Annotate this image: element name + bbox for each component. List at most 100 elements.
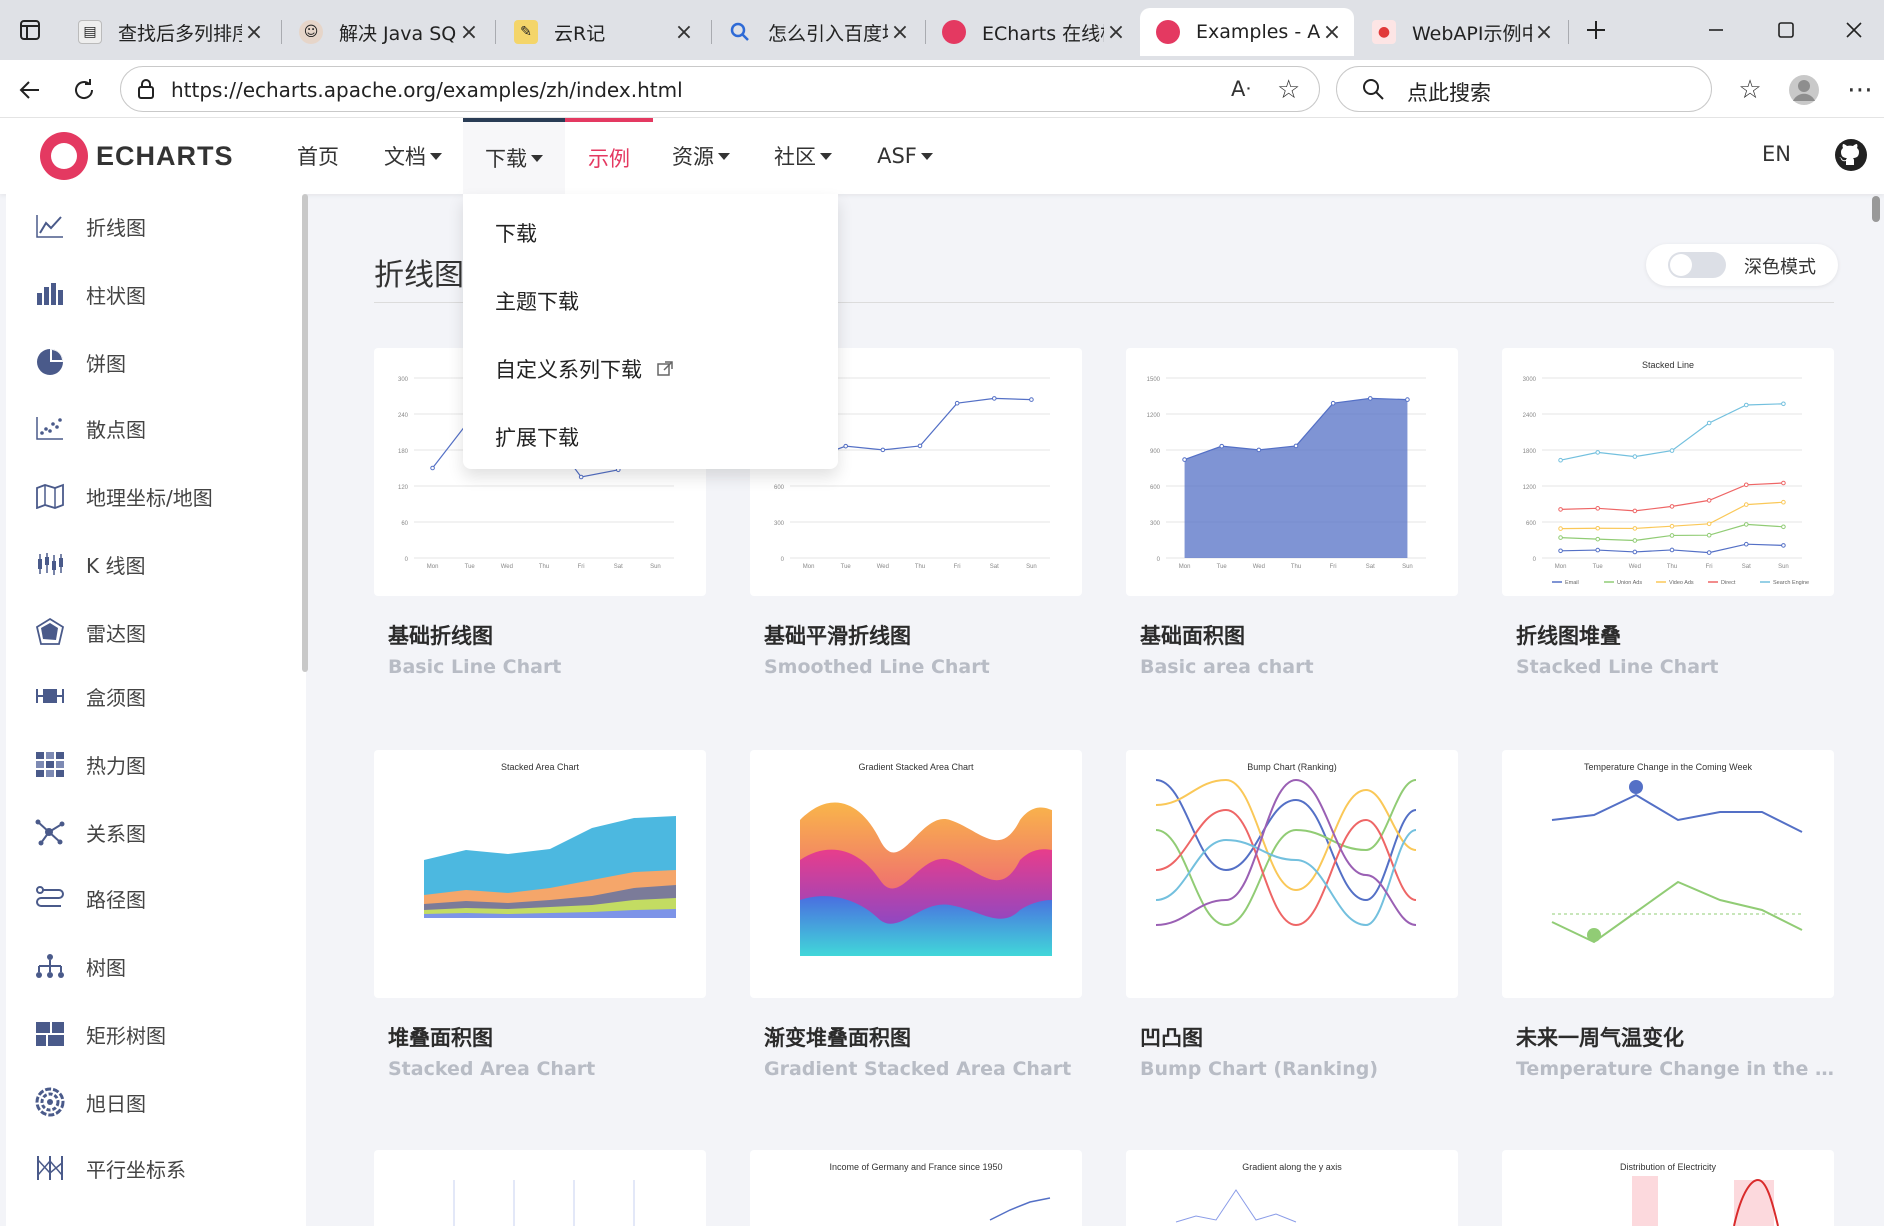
- data-point: [1669, 523, 1675, 529]
- sidebar-item-lines[interactable]: 路径图: [34, 880, 146, 916]
- github-icon[interactable]: [1834, 138, 1868, 172]
- sidebar-item-candlestick[interactable]: K 线图: [34, 546, 145, 582]
- echarts-logo[interactable]: ECHARTS: [40, 132, 234, 180]
- dropdown-item-custom-series[interactable]: 自定义系列下载: [495, 354, 673, 384]
- dropdown-item-extension-download[interactable]: 扩展下载: [495, 422, 579, 452]
- close-icon[interactable]: ×: [672, 20, 696, 45]
- sidebar-item-heatmap[interactable]: 热力图: [34, 746, 146, 782]
- example-card-gradient-stacked-area[interactable]: Gradient Stacked Area Chart: [750, 750, 1082, 998]
- example-card[interactable]: Gradient along the y axis: [1126, 1150, 1458, 1226]
- nav-examples[interactable]: 示例: [565, 118, 653, 194]
- caret-down-icon: [920, 152, 933, 160]
- sidebar-item-graph[interactable]: 关系图: [34, 814, 146, 850]
- new-tab-button[interactable]: [1566, 10, 1626, 50]
- sidebar-item-sunburst[interactable]: 旭日图: [34, 1084, 146, 1120]
- card-title-en: Temperature Change in the Coming Week: [1516, 1058, 1836, 1080]
- card-title-zh[interactable]: 堆叠面积图: [388, 1022, 493, 1052]
- back-arrow-icon[interactable]: [10, 70, 50, 110]
- sidebar-item-boxplot[interactable]: 盒须图: [34, 678, 146, 714]
- sidebar-item-treemap[interactable]: 矩形树图: [34, 1016, 166, 1052]
- data-point: [578, 474, 584, 480]
- example-card-temperature[interactable]: Temperature Change in the Coming Week: [1502, 750, 1834, 998]
- window-close-icon[interactable]: [1824, 10, 1884, 50]
- example-card-stacked-area[interactable]: Stacked Area Chart: [374, 750, 706, 998]
- browser-tab[interactable]: ECharts 在线构建 ×: [926, 8, 1138, 56]
- card-title-zh[interactable]: 基础面积图: [1140, 620, 1245, 650]
- maximize-icon[interactable]: [1756, 10, 1816, 50]
- data-point: [1293, 443, 1299, 449]
- sidebar-item-scatter[interactable]: 散点图: [34, 410, 146, 446]
- example-card-basic-area[interactable]: 1500 1200 900 600 300 0 Mon Tue Wed Thu Fri Sat Sun: [1126, 348, 1458, 596]
- dropdown-item-theme-download[interactable]: 主题下载: [495, 286, 579, 316]
- search-box[interactable]: 点此搜索: [1336, 66, 1712, 112]
- y-tick-label: 300: [398, 377, 409, 383]
- data-point: [843, 443, 849, 449]
- card-title-zh[interactable]: 基础平滑折线图: [764, 620, 911, 650]
- close-icon[interactable]: ×: [1532, 20, 1556, 45]
- sidebar-scrollbar[interactable]: [302, 194, 308, 672]
- data-point: [1029, 397, 1034, 402]
- minimize-icon[interactable]: [1686, 10, 1746, 50]
- sidebar-item-tree[interactable]: 树图: [34, 948, 126, 984]
- nav-home[interactable]: 首页: [288, 118, 348, 194]
- nav-docs[interactable]: 文档: [378, 118, 448, 194]
- browser-tab[interactable]: ☺ 解决 Java SQL 注入 ×: [283, 8, 491, 56]
- address-bar[interactable]: https://echarts.apache.org/examples/zh/i…: [120, 66, 1320, 112]
- close-icon[interactable]: ×: [1104, 20, 1128, 45]
- sidebar-item-bar[interactable]: 柱状图: [34, 276, 146, 312]
- dark-mode-toggle[interactable]: 深色模式: [1646, 244, 1838, 286]
- profile-avatar-icon[interactable]: [1784, 70, 1824, 110]
- x-tick-label: Sat: [1366, 564, 1375, 570]
- area-fill: [1184, 398, 1408, 558]
- language-switch[interactable]: EN: [1762, 142, 1791, 166]
- caret-down-icon: [718, 152, 730, 160]
- card-title-zh[interactable]: 折线图堆叠: [1516, 620, 1621, 650]
- browser-tab[interactable]: 怎么引入百度地图 ×: [712, 8, 922, 56]
- card-title-zh[interactable]: 凹凸图: [1140, 1022, 1203, 1052]
- more-menu-icon[interactable]: ⋯: [1840, 70, 1880, 110]
- nav-resources[interactable]: 资源: [666, 118, 736, 194]
- close-icon[interactable]: ×: [242, 20, 266, 45]
- nav-community[interactable]: 社区: [768, 118, 838, 194]
- example-card-bump-chart[interactable]: Bump Chart (Ranking): [1126, 750, 1458, 998]
- browser-tab-strip: ▤ 查找后多列排序 × ☺ 解决 Java SQL 注入 × ✎ 云R记 × 怎…: [0, 0, 1884, 60]
- example-card-stacked-line[interactable]: Stacked Line 3000 2400 1800 1200 600 0 Mon Tue W…: [1502, 348, 1834, 596]
- browser-tab-active[interactable]: Examples - Apache ECharts ×: [1140, 8, 1354, 56]
- toggle-track[interactable]: [1668, 252, 1726, 278]
- favorite-star-icon[interactable]: ☆: [1277, 75, 1300, 105]
- sidebar-item-radar[interactable]: 雷达图: [34, 614, 146, 650]
- sidebar-item-map[interactable]: 地理坐标/地图: [34, 478, 213, 514]
- example-card[interactable]: [374, 1150, 706, 1226]
- x-tick-label: Wed: [877, 564, 889, 570]
- card-title-en: Bump Chart (Ranking): [1140, 1058, 1379, 1080]
- card-title-zh[interactable]: 未来一周气温变化: [1516, 1022, 1684, 1052]
- dropdown-item-download[interactable]: 下载: [495, 218, 537, 248]
- example-card[interactable]: Income of Germany and France since 1950: [750, 1150, 1082, 1226]
- sidebar-item-line[interactable]: 折线图: [34, 208, 146, 244]
- nav-download[interactable]: 下载: [463, 118, 565, 194]
- tab-separator: [495, 20, 496, 44]
- y-tick-label: 1500: [1147, 377, 1161, 383]
- close-icon[interactable]: ×: [1320, 20, 1344, 45]
- browser-tab[interactable]: ▤ 查找后多列排序 ×: [62, 8, 276, 56]
- favorites-icon[interactable]: ☆: [1730, 70, 1770, 110]
- tab-actions-icon[interactable]: [0, 10, 60, 50]
- search-input[interactable]: 点此搜索: [1407, 77, 1491, 107]
- browser-tab[interactable]: ● WebAPI示例中心 ×: [1356, 8, 1566, 56]
- card-title-en: Stacked Line Chart: [1516, 656, 1719, 678]
- card-title-zh[interactable]: 基础折线图: [388, 620, 493, 650]
- read-aloud-icon[interactable]: Aᐧ: [1231, 77, 1251, 101]
- page-scrollbar[interactable]: [1872, 196, 1880, 222]
- lock-icon[interactable]: [135, 78, 157, 104]
- data-point: [1781, 499, 1786, 505]
- sidebar-item-parallel[interactable]: 平行坐标系: [34, 1150, 186, 1186]
- sidebar-item-pie[interactable]: 饼图: [34, 344, 126, 380]
- browser-tab[interactable]: ✎ 云R记 ×: [498, 8, 706, 56]
- close-icon[interactable]: ×: [457, 20, 481, 45]
- refresh-icon[interactable]: [64, 70, 104, 110]
- card-title-zh[interactable]: 渐变堆叠面积图: [764, 1022, 911, 1052]
- x-tick-label: Fri: [1330, 564, 1337, 570]
- close-icon[interactable]: ×: [888, 20, 912, 45]
- nav-asf[interactable]: ASF: [870, 118, 940, 194]
- example-card[interactable]: Distribution of Electricity: [1502, 1150, 1834, 1226]
